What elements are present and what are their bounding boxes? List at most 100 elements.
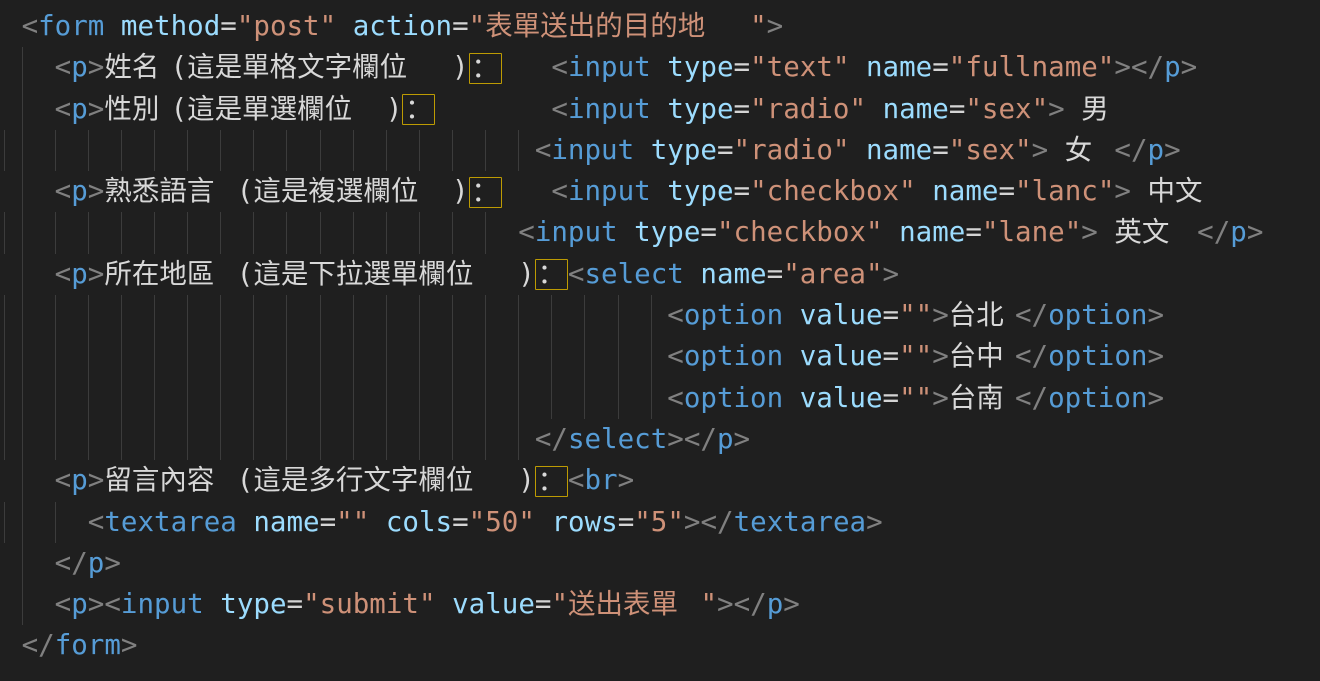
indent-guide bbox=[584, 378, 585, 419]
code-token-pun: > bbox=[1114, 51, 1131, 83]
code-token-pun: > bbox=[734, 423, 751, 455]
indent-guide bbox=[22, 378, 23, 419]
code-token-txt: ) bbox=[518, 464, 535, 496]
code-line-7[interactable]: <p>所在地區(這是下拉選單欄位)：<select name="area"> bbox=[5, 254, 1320, 295]
code-token-eq: = bbox=[220, 10, 237, 42]
indent-guide bbox=[4, 295, 5, 336]
indent-guide bbox=[452, 419, 453, 460]
code-token-pun: > bbox=[1181, 51, 1198, 83]
code-token-pun: > bbox=[717, 588, 734, 620]
indent-guide bbox=[651, 295, 652, 336]
code-token-txt: 所在地區 bbox=[104, 254, 236, 295]
code-token-pun: < bbox=[568, 464, 585, 496]
code-token-tag: option bbox=[1048, 382, 1147, 414]
indent-guide bbox=[485, 130, 486, 171]
code-editor[interactable]: <form method="post" action="表單送出的目的地"> <… bbox=[0, 0, 1320, 681]
code-token-pun: < bbox=[55, 51, 72, 83]
indent-guide bbox=[55, 502, 56, 543]
code-token-tag: input bbox=[535, 216, 618, 248]
code-line-15[interactable]: <p><input type="submit" value="送出表單"></p… bbox=[5, 584, 1320, 625]
code-token-pun: < bbox=[551, 51, 568, 83]
code-line-16[interactable]: </form> bbox=[5, 625, 1320, 666]
code-token-tag: p bbox=[71, 93, 88, 125]
code-token-str: " bbox=[700, 588, 717, 620]
code-token-str: "fullname" bbox=[949, 51, 1115, 83]
indent-guide bbox=[22, 460, 23, 501]
indent-guide bbox=[551, 336, 552, 377]
code-token-txt bbox=[651, 51, 668, 83]
indent-guide bbox=[419, 336, 420, 377]
code-token-txt: ( bbox=[171, 51, 188, 83]
code-line-13[interactable]: <textarea name="" cols="50" rows="5"></t… bbox=[5, 502, 1320, 543]
code-token-pun: < bbox=[88, 506, 105, 538]
indent-guide bbox=[651, 336, 652, 377]
code-token-pun: > bbox=[932, 382, 949, 414]
code-token-txt bbox=[651, 93, 668, 125]
code-token-txt bbox=[849, 51, 866, 83]
code-line-5[interactable]: <p>熟悉語言(這是複選欄位)： <input type="checkbox" … bbox=[5, 171, 1320, 212]
code-line-11[interactable]: </select></p> bbox=[5, 419, 1320, 460]
code-token-txt bbox=[1065, 93, 1082, 125]
indent-guide bbox=[386, 419, 387, 460]
code-token-txt: 台中 bbox=[949, 336, 1015, 377]
indent-guide bbox=[121, 130, 122, 171]
code-token-tag: p bbox=[71, 175, 88, 207]
indent-guide bbox=[22, 543, 23, 584]
code-token-txt bbox=[618, 216, 635, 248]
code-token-txt bbox=[866, 93, 883, 125]
code-token-tag: p bbox=[717, 423, 734, 455]
indent-guide bbox=[220, 130, 221, 171]
code-line-3[interactable]: <p>性別(這是單選欄位)： <input type="radio" name=… bbox=[5, 89, 1320, 130]
code-token-tag: option bbox=[1048, 299, 1147, 331]
code-token-pun: > bbox=[1147, 299, 1164, 331]
indent-guide bbox=[55, 212, 56, 253]
indent-guide bbox=[55, 295, 56, 336]
indent-guide bbox=[386, 336, 387, 377]
code-token-tag: form bbox=[55, 629, 121, 661]
indent-guide bbox=[485, 295, 486, 336]
code-token-txt: ( bbox=[237, 175, 254, 207]
code-token-eq: = bbox=[287, 588, 304, 620]
code-token-str: "sex" bbox=[965, 93, 1048, 125]
indent-guide bbox=[386, 130, 387, 171]
code-token-attr: type bbox=[634, 216, 700, 248]
code-token-pun: > bbox=[121, 629, 138, 661]
code-line-10[interactable]: <option value="">台南</option> bbox=[5, 378, 1320, 419]
code-token-pun: > bbox=[783, 588, 800, 620]
code-token-txt bbox=[1131, 175, 1148, 207]
indent-guide bbox=[22, 171, 23, 212]
code-token-txt: 中文 bbox=[1148, 171, 1214, 212]
indent-guide bbox=[485, 212, 486, 253]
unicode-highlight-colon: ： bbox=[469, 53, 502, 84]
code-line-14[interactable]: </p> bbox=[5, 543, 1320, 584]
code-line-1[interactable]: <form method="post" action="表單送出的目的地"> bbox=[5, 6, 1320, 47]
code-token-txt bbox=[684, 258, 701, 290]
indent-guide bbox=[22, 584, 23, 625]
code-token-pun: > bbox=[932, 340, 949, 372]
indent-guide bbox=[551, 378, 552, 419]
code-token-txt: 男 bbox=[1081, 89, 1114, 130]
code-token-txt bbox=[502, 51, 552, 83]
code-token-tag: p bbox=[1230, 216, 1247, 248]
code-line-4[interactable]: <input type="radio" name="sex"> 女 </p> bbox=[5, 130, 1320, 171]
code-line-8[interactable]: <option value="">台北</option> bbox=[5, 295, 1320, 336]
code-line-2[interactable]: <p>姓名(這是單格文字欄位)： <input type="text" name… bbox=[5, 47, 1320, 88]
code-line-12[interactable]: <p>留言內容(這是多行文字欄位)：<br> bbox=[5, 460, 1320, 501]
code-token-pun: < bbox=[104, 588, 121, 620]
unicode-highlight-colon: ： bbox=[469, 177, 502, 208]
indent-guide bbox=[220, 212, 221, 253]
code-token-txt bbox=[237, 506, 254, 538]
code-token-tag: p bbox=[1164, 51, 1181, 83]
indent-guide bbox=[253, 212, 254, 253]
code-token-tag: p bbox=[767, 588, 784, 620]
indent-guide bbox=[419, 295, 420, 336]
code-line-6[interactable]: <input type="checkbox" name="lane"> 英文 <… bbox=[5, 212, 1320, 253]
code-line-9[interactable]: <option value="">台中</option> bbox=[5, 336, 1320, 377]
code-token-txt bbox=[204, 588, 221, 620]
code-token-pun: > bbox=[866, 506, 883, 538]
code-token-tag: form bbox=[38, 10, 104, 42]
code-token-tag: br bbox=[584, 464, 617, 496]
indent-guide bbox=[584, 295, 585, 336]
indent-guide bbox=[121, 295, 122, 336]
code-token-str: " bbox=[551, 588, 568, 620]
